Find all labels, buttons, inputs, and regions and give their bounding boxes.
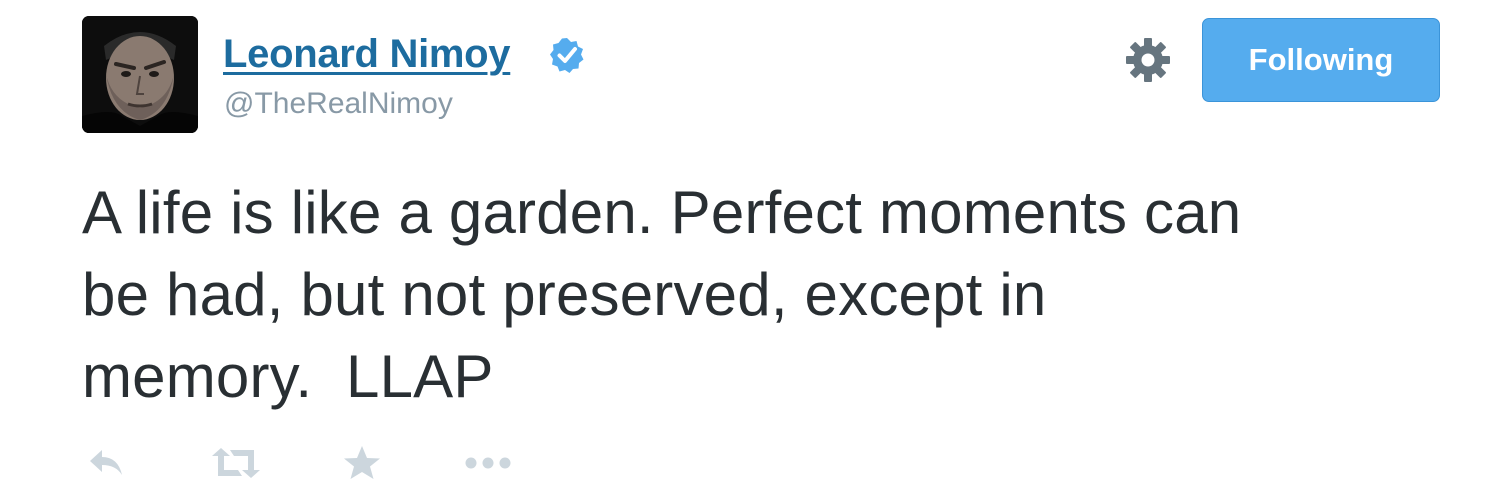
- retweet-icon: [212, 448, 260, 478]
- gear-icon[interactable]: [1124, 36, 1172, 84]
- tweet-card: Leonard Nimoy @TheRealNimoy Following A …: [0, 0, 1500, 500]
- reply-icon: [90, 450, 122, 475]
- verified-badge-icon: [550, 38, 584, 73]
- tweet-text: A life is like a garden. Perfect moments…: [82, 179, 1242, 410]
- avatar-image: [82, 16, 198, 133]
- avatar[interactable]: [82, 16, 198, 133]
- user-handle: @TheRealNimoy: [224, 87, 453, 120]
- favorite-icon: [344, 446, 380, 479]
- retweet-button[interactable]: [208, 440, 264, 486]
- more-icon: [465, 457, 511, 469]
- favorite-button[interactable]: [338, 440, 386, 486]
- following-button[interactable]: Following: [1202, 18, 1440, 102]
- reply-button[interactable]: [82, 440, 130, 486]
- more-button[interactable]: [460, 440, 516, 486]
- user-name-link[interactable]: Leonard Nimoy: [223, 32, 511, 77]
